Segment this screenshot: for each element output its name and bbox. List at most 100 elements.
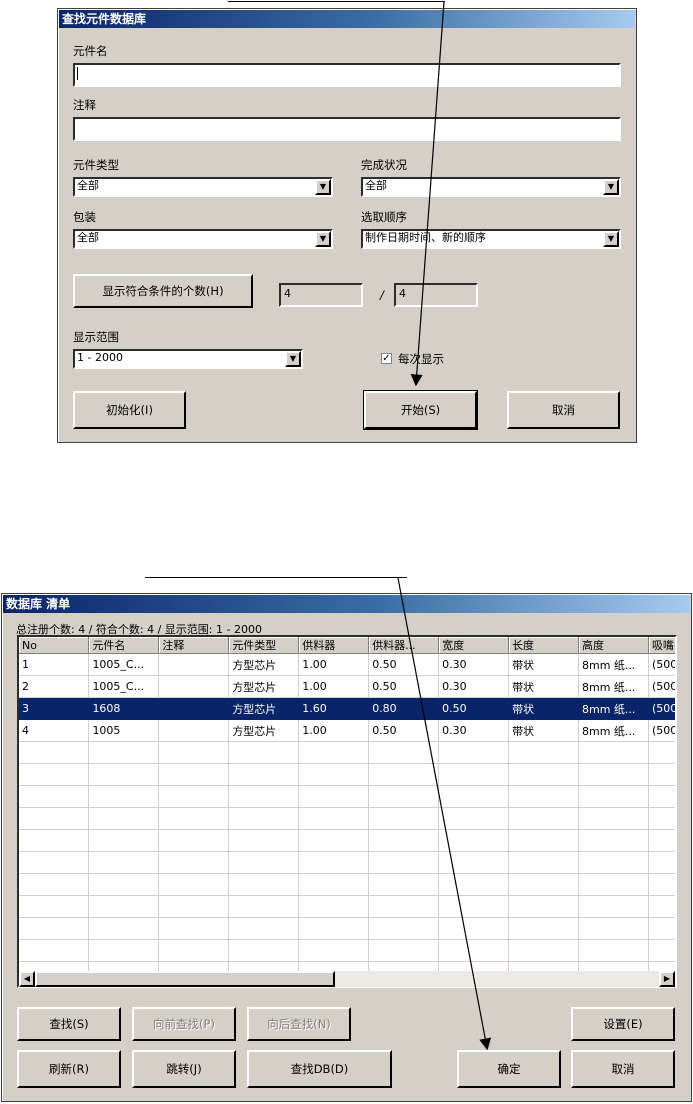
- column-header[interactable]: No: [19, 637, 90, 654]
- empty-cell: [578, 807, 649, 830]
- settings-button[interactable]: 设置(E): [571, 1007, 675, 1041]
- chevron-down-icon[interactable]: ▼: [603, 179, 619, 195]
- every-time-checkbox[interactable]: ✓: [381, 353, 392, 364]
- table-cell: 1.00: [298, 719, 370, 742]
- empty-cell: [508, 895, 579, 918]
- column-header[interactable]: 供料器...: [368, 637, 440, 654]
- jump-button[interactable]: 跳转(J): [132, 1050, 236, 1088]
- arrow-right-icon[interactable]: ▶: [659, 971, 675, 987]
- empty-cell: [438, 851, 510, 874]
- column-header[interactable]: 宽度: [438, 637, 510, 654]
- chevron-down-icon[interactable]: ▼: [315, 231, 331, 247]
- empty-cell: [298, 917, 370, 940]
- chevron-down-icon[interactable]: ▼: [603, 231, 619, 247]
- table-row[interactable]: 31608 方型芯片1.600.800.50带状8mm 纸...(500,*: [19, 697, 675, 720]
- empty-cell: [438, 917, 510, 940]
- empty-cell: [578, 851, 649, 874]
- table-row[interactable]: 2 1005_C... 方型芯片 1.00 0.50 0.30 带状 8mm 纸... (500…: [19, 675, 675, 698]
- empty-cell: [438, 785, 510, 808]
- search-dialog: 查找元件数据库 元件名 注释 元件类型 全部 ▼ 完成状况 全部 ▼ 包装 全部…: [57, 8, 637, 443]
- part-type-value: 全部: [77, 179, 99, 192]
- refresh-button[interactable]: 刷新(R): [17, 1050, 121, 1088]
- empty-cell: [88, 829, 160, 852]
- text-caret: [77, 67, 78, 80]
- column-header[interactable]: 高度: [578, 637, 649, 654]
- table-cell: 8mm 纸...: [578, 719, 649, 742]
- reset-button[interactable]: 初始化(I): [73, 391, 186, 429]
- column-header[interactable]: 注释: [158, 637, 230, 654]
- empty-cell: [578, 829, 649, 852]
- empty-cell: [368, 939, 440, 962]
- empty-cell: [158, 807, 230, 830]
- list-dialog: 数据库 清单 总注册个数: 4 / 符合个数: 4 / 显示范围: 1 - 20…: [1, 593, 692, 1102]
- empty-row: [19, 741, 675, 764]
- empty-cell: [578, 873, 649, 896]
- status-value: 全部: [365, 179, 387, 192]
- table-cell: 1608: [88, 697, 160, 720]
- count-separator: /: [380, 288, 384, 302]
- arrow-left-icon[interactable]: ◀: [19, 971, 35, 987]
- status-select[interactable]: 全部 ▼: [361, 177, 621, 197]
- empty-cell: [368, 873, 440, 896]
- scrollbar-thumb[interactable]: [35, 971, 335, 987]
- empty-cell: [228, 917, 300, 940]
- empty-cell: [508, 785, 579, 808]
- empty-cell: [298, 895, 370, 918]
- empty-cell: [88, 939, 160, 962]
- part-type-select[interactable]: 全部 ▼: [73, 177, 333, 197]
- list-cancel-button[interactable]: 取消: [571, 1050, 675, 1088]
- table-cell: 方型芯片: [228, 697, 300, 720]
- table-row[interactable]: 1 1005_C... 方型芯片 1.00 0.50 0.30 带状 8mm 纸... (500…: [19, 653, 675, 676]
- empty-cell: [648, 917, 675, 940]
- empty-cell: [158, 895, 230, 918]
- find-next-button: 向后查找(N): [247, 1007, 351, 1041]
- empty-cell: [508, 917, 579, 940]
- empty-cell: [298, 785, 370, 808]
- every-time-label[interactable]: 每次显示: [398, 351, 444, 367]
- empty-cell: [648, 873, 675, 896]
- chevron-down-icon[interactable]: ▼: [315, 179, 331, 195]
- empty-cell: [508, 851, 579, 874]
- empty-cell: [648, 939, 675, 962]
- table-cell: 0.50: [368, 653, 440, 676]
- chevron-down-icon[interactable]: ▼: [285, 351, 301, 367]
- column-header[interactable]: 长度: [508, 637, 579, 654]
- empty-cell: [438, 763, 510, 786]
- list-dialog-title: 数据库 清单: [3, 595, 690, 613]
- cancel-button[interactable]: 取消: [507, 391, 620, 429]
- table-cell: 1005_C...: [88, 675, 160, 698]
- column-header[interactable]: 吸嘴(L: [648, 637, 675, 654]
- column-header[interactable]: 供料器: [298, 637, 370, 654]
- range-select[interactable]: 1 - 2000 ▼: [73, 349, 303, 369]
- start-button[interactable]: 开始(S): [363, 390, 478, 430]
- package-select[interactable]: 全部 ▼: [73, 229, 333, 249]
- empty-cell: [578, 939, 649, 962]
- ok-button[interactable]: 确定: [457, 1050, 561, 1088]
- empty-cell: [508, 763, 579, 786]
- table-cell: [158, 719, 230, 742]
- data-table[interactable]: No 元件名 注释 元件类型 供料器 供料器... 宽度 长度 高度 吸嘴(L …: [17, 635, 677, 988]
- table-cell: 带状: [508, 675, 579, 698]
- empty-cell: [19, 807, 90, 830]
- horizontal-scrollbar[interactable]: ◀ ▶: [19, 971, 675, 987]
- table-cell: 方型芯片: [228, 719, 300, 742]
- empty-cell: [228, 807, 300, 830]
- callout-line: [228, 1, 445, 2]
- empty-cell: [298, 873, 370, 896]
- column-header[interactable]: 元件类型: [228, 637, 300, 654]
- empty-cell: [19, 895, 90, 918]
- comment-input[interactable]: [73, 117, 621, 141]
- empty-cell: [158, 917, 230, 940]
- find-db-button[interactable]: 查找DB(D): [247, 1050, 392, 1088]
- table-cell: 0.30: [438, 675, 510, 698]
- order-select[interactable]: 制作日期时间、新的顺序 ▼: [361, 229, 621, 249]
- table-row[interactable]: 41005 方型芯片1.000.500.30带状8mm 纸...(500,*: [19, 719, 675, 742]
- empty-cell: [228, 851, 300, 874]
- show-count-button[interactable]: 显示符合条件的个数(H): [73, 274, 253, 308]
- column-header[interactable]: 元件名: [88, 637, 160, 654]
- empty-cell: [19, 917, 90, 940]
- part-name-input[interactable]: [73, 63, 621, 87]
- find-button[interactable]: 查找(S): [17, 1007, 121, 1041]
- empty-row: [19, 785, 675, 808]
- order-label: 选取顺序: [361, 210, 407, 224]
